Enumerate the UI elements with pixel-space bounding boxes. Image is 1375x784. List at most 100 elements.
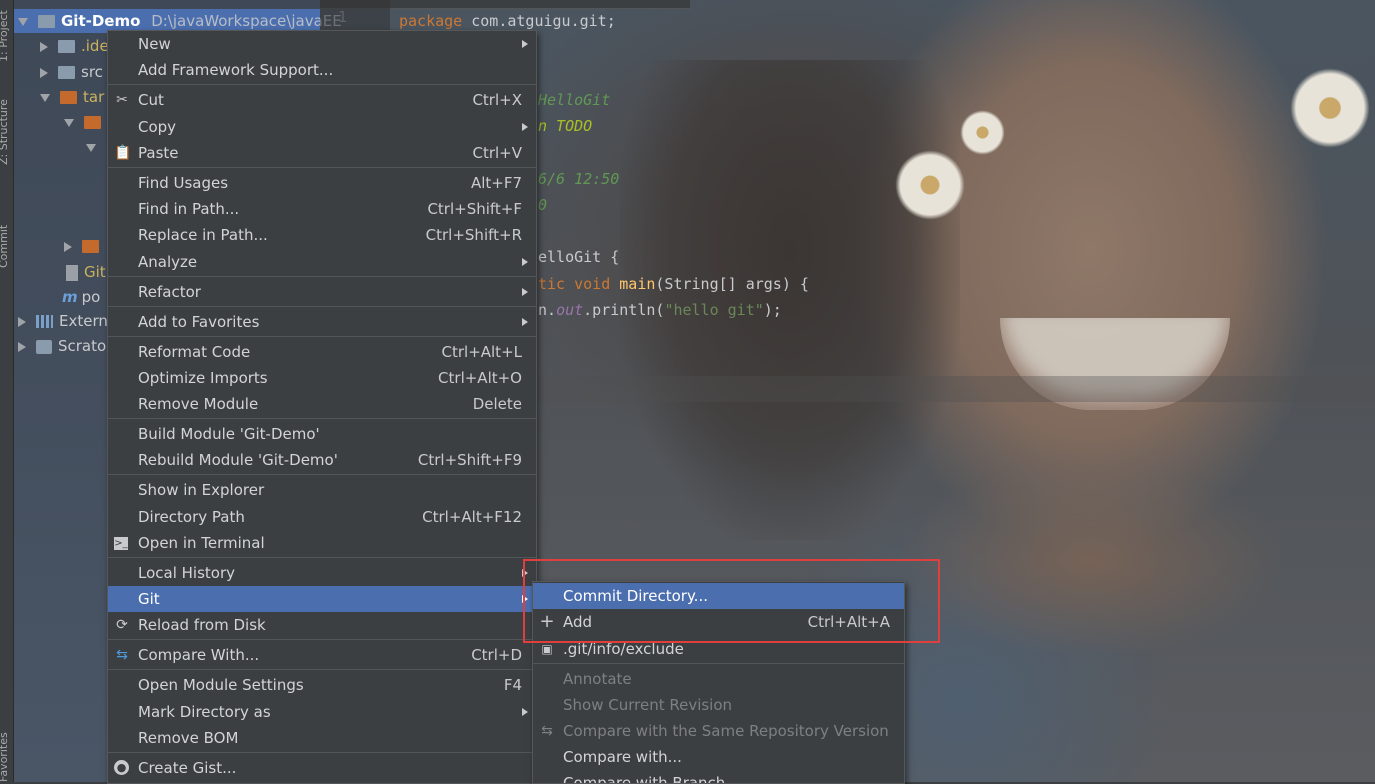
submenu-arrow-icon <box>522 258 528 266</box>
code-line-class: elloGit { <box>538 248 620 266</box>
menu-item-add-to-favorites[interactable]: Add to Favorites <box>108 309 536 335</box>
tree-item-target-grandchild[interactable] <box>86 135 106 159</box>
menu-item-remove-module[interactable]: Remove Module Delete <box>108 391 536 417</box>
code-line-comment: HelloGit <box>538 91 611 109</box>
expand-arrow-icon[interactable] <box>40 41 48 52</box>
project-tool-button[interactable]: 1: Project <box>0 10 10 62</box>
tree-item-src[interactable]: src <box>40 60 103 84</box>
menu-item-reformat-code[interactable]: Reformat Code Ctrl+Alt+L <box>108 339 536 365</box>
git-file-icon <box>66 264 78 281</box>
git-item-compare-with[interactable]: Compare with... <box>533 744 904 770</box>
tree-root-path: D:\javaWorkspace\javaEE <box>151 12 342 30</box>
menu-item-replace-in-path[interactable]: Replace in Path... Ctrl+Shift+R <box>108 222 536 248</box>
tree-item-target[interactable]: tar <box>40 85 104 109</box>
code-line-date: 6/6 12:50 <box>538 170 620 188</box>
code-comment: n <box>538 117 548 135</box>
menu-item-build-module[interactable]: Build Module 'Git-Demo' <box>108 421 536 447</box>
menu-item-mark-directory-as[interactable]: Mark Directory as <box>108 699 536 725</box>
menu-item-analyze[interactable]: Analyze <box>108 249 536 275</box>
submenu-arrow-icon <box>522 123 528 131</box>
tree-item-external-libraries[interactable]: Extern <box>18 309 108 333</box>
menu-item-new[interactable]: New <box>108 31 536 57</box>
library-icon <box>36 315 53 328</box>
tree-item-pom[interactable]: m po <box>62 285 100 309</box>
code-keyword: tic void <box>538 275 620 293</box>
menu-item-create-gist[interactable]: ● Create Gist... <box>108 755 536 781</box>
code-text: (String[] args) { <box>655 275 809 293</box>
tree-item-label: Git <box>84 263 106 281</box>
tree-item-label: Scrato <box>58 337 107 355</box>
tree-item-scratches[interactable]: Scrato <box>18 334 106 358</box>
menu-item-refactor[interactable]: Refactor <box>108 279 536 305</box>
compare-icon: ⇆ <box>541 723 553 739</box>
code-string: "hello git" <box>664 301 764 319</box>
scissors-icon: ✂ <box>116 92 128 108</box>
menu-item-find-usages[interactable]: Find Usages Alt+F7 <box>108 170 536 196</box>
menu-item-show-in-explorer[interactable]: Show in Explorer <box>108 477 536 503</box>
menu-item-local-history[interactable]: Local History <box>108 560 536 586</box>
submenu-arrow-icon <box>522 40 528 48</box>
code-line-version: 0 <box>538 196 548 214</box>
tree-item-git-file[interactable]: Git <box>66 260 106 284</box>
module-folder-icon <box>38 15 55 28</box>
code-line-main: tic void main(String[] args) { <box>538 271 809 297</box>
menu-item-reload-from-disk[interactable]: ⟳ Reload from Disk <box>108 612 536 638</box>
menu-item-optimize-imports[interactable]: Optimize Imports Ctrl+Alt+O <box>108 365 536 391</box>
expand-arrow-icon[interactable] <box>40 93 50 102</box>
code-line-println: n.out.println("hello git"); <box>538 297 782 323</box>
folder-icon <box>60 91 77 104</box>
tree-item-label: .ide <box>81 37 109 55</box>
menu-item-git[interactable]: Git <box>108 586 536 612</box>
tree-item-label: tar <box>83 88 105 106</box>
menu-item-compare-with[interactable]: ⇆ Compare With... Ctrl+D <box>108 642 536 668</box>
expand-arrow-icon[interactable] <box>64 241 72 252</box>
expand-arrow-icon[interactable] <box>18 341 26 352</box>
menu-separator <box>108 669 536 670</box>
menu-item-find-in-path[interactable]: Find in Path... Ctrl+Shift+F <box>108 196 536 222</box>
menu-item-directory-path[interactable]: Directory Path Ctrl+Alt+F12 <box>108 504 536 530</box>
menu-item-copy[interactable]: Copy <box>108 114 536 140</box>
commit-tool-button[interactable]: Commit <box>0 225 10 268</box>
git-item-annotate[interactable]: Annotate <box>533 666 904 692</box>
expand-arrow-icon[interactable] <box>64 118 74 127</box>
submenu-arrow-icon <box>522 708 528 716</box>
git-item-compare-same-repo[interactable]: ⇆ Compare with the Same Repository Versio… <box>533 718 904 744</box>
favorites-tool-button[interactable]: Favorites <box>0 732 10 782</box>
menu-separator <box>108 639 536 640</box>
menu-separator <box>108 84 536 85</box>
structure-tool-button[interactable]: Z: Structure <box>0 99 10 165</box>
tree-item-idea[interactable]: .ide <box>40 34 109 58</box>
menu-separator <box>108 418 536 419</box>
tool-window-strip: 1: Project Z: Structure Commit Favorites <box>0 0 14 782</box>
git-file-icon: ▣ <box>541 642 553 656</box>
expand-arrow-icon[interactable] <box>40 67 48 78</box>
folder-icon <box>58 66 75 79</box>
code-todo: TODO <box>547 117 593 135</box>
clipboard-icon: 📋 <box>114 145 132 161</box>
code-text: com.atguigu.git; <box>462 12 616 30</box>
git-item-compare-with-branch[interactable]: Compare with Branch... <box>533 770 904 783</box>
caret-line-highlight <box>534 376 1375 402</box>
menu-item-rebuild-module[interactable]: Rebuild Module 'Git-Demo' Ctrl+Shift+F9 <box>108 447 536 473</box>
menu-separator <box>108 336 536 337</box>
scratches-icon <box>36 339 52 354</box>
menu-item-cut[interactable]: ✂ Cut Ctrl+X <box>108 87 536 113</box>
menu-item-remove-bom[interactable]: Remove BOM <box>108 725 536 751</box>
menu-item-paste[interactable]: 📋 Paste Ctrl+V <box>108 140 536 166</box>
code-function: main <box>619 275 656 293</box>
menu-item-open-in-terminal[interactable]: >_ Open in Terminal <box>108 530 536 556</box>
menu-separator <box>108 276 536 277</box>
menu-item-open-module-settings[interactable]: Open Module Settings F4 <box>108 672 536 698</box>
compare-icon: ⇆ <box>116 647 128 663</box>
expand-arrow-icon[interactable] <box>86 143 96 152</box>
expand-arrow-icon[interactable] <box>18 17 28 26</box>
git-item-show-current-revision[interactable]: Show Current Revision <box>533 692 904 718</box>
folder-icon <box>84 116 101 129</box>
menu-item-add-framework-support[interactable]: Add Framework Support... <box>108 57 536 83</box>
tree-root-label: Git-Demo <box>61 12 141 30</box>
tree-item-target-child[interactable] <box>64 110 107 134</box>
menu-separator <box>108 306 536 307</box>
expand-arrow-icon[interactable] <box>18 316 26 327</box>
tree-item-target-sibling[interactable] <box>64 234 105 258</box>
folder-icon <box>82 240 99 253</box>
